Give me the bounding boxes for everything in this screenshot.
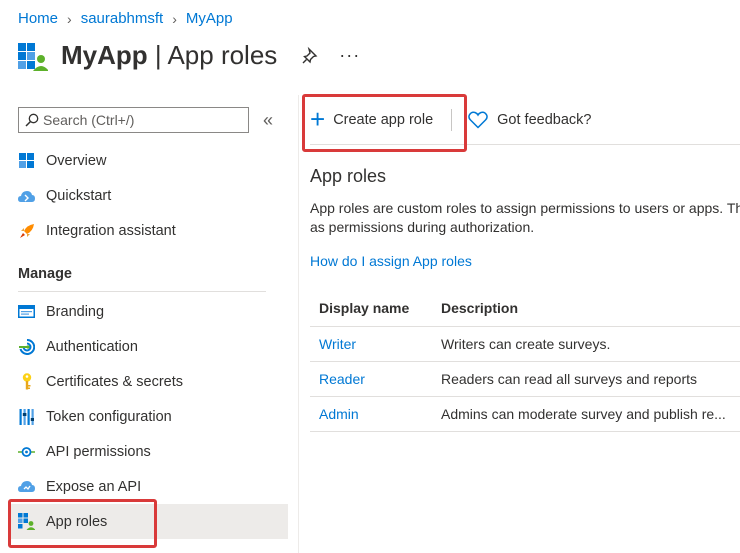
sidebar-item-label: App roles — [46, 513, 108, 530]
table-row: Admin Admins can moderate survey and pub… — [310, 396, 740, 432]
key-icon — [18, 373, 35, 390]
table-row: Reader Readers can read all surveys and … — [310, 361, 740, 397]
feedback-button[interactable]: Got feedback? — [468, 100, 591, 140]
authentication-icon — [18, 338, 35, 355]
quickstart-icon — [18, 187, 35, 204]
breadcrumb-tenant[interactable]: saurabhmsft — [81, 10, 164, 27]
breadcrumb-home[interactable]: Home — [18, 10, 58, 27]
create-app-role-button[interactable]: + Create app role — [310, 100, 433, 140]
search-input[interactable] — [43, 112, 233, 128]
sidebar-item-authentication[interactable]: Authentication — [10, 329, 288, 364]
sidebar-item-integration-assistant[interactable]: Integration assistant — [10, 213, 288, 248]
sidebar-item-label: Quickstart — [46, 187, 112, 204]
breadcrumb-app[interactable]: MyApp — [186, 10, 233, 27]
sidebar-item-label: API permissions — [46, 443, 151, 460]
content-title: App roles — [310, 166, 387, 186]
sidebar-item-api-permissions[interactable]: API permissions — [10, 434, 288, 469]
role-name-link[interactable]: Reader — [310, 361, 432, 397]
page-title: MyApp | App roles — [61, 40, 278, 70]
branding-icon — [18, 303, 35, 320]
sidebar-item-label: Expose an API — [46, 478, 142, 495]
sidebar-item-certificates-secrets[interactable]: Certificates & secrets — [10, 364, 288, 399]
rocket-icon — [18, 222, 35, 239]
sidebar-item-branding[interactable]: Branding — [10, 294, 288, 329]
command-bar: + Create app role Got feedback? — [310, 100, 591, 140]
sidebar-item-quickstart[interactable]: Quickstart — [10, 178, 288, 213]
create-app-role-label: Create app role — [333, 112, 434, 128]
role-description: Admins can moderate survey and publish r… — [432, 396, 740, 432]
api-permissions-icon — [18, 443, 35, 460]
more-options-icon[interactable]: ··· — [339, 45, 360, 66]
sidebar-search-box[interactable] — [18, 107, 249, 133]
role-description: Writers can create surveys. — [432, 326, 740, 362]
divider — [18, 291, 266, 292]
sidebar-item-label: Authentication — [46, 338, 138, 355]
sidebar-item-expose-an-api[interactable]: Expose an API — [10, 469, 288, 504]
column-header-display-name[interactable]: Display name — [310, 290, 432, 327]
column-header-description[interactable]: Description — [432, 290, 740, 327]
app-registration-icon — [18, 41, 49, 71]
sidebar-item-label: Token configuration — [46, 408, 172, 425]
role-description: Readers can read all surveys and reports — [432, 361, 740, 397]
chevron-right-icon: › — [67, 10, 72, 27]
table-row: Writer Writers can create surveys. — [310, 326, 740, 362]
sidebar-item-label: Branding — [46, 303, 105, 320]
sidebar-item-label: Integration assistant — [46, 222, 176, 239]
page-header: MyApp | App roles ··· — [18, 40, 360, 71]
toolbar-divider — [310, 144, 740, 145]
breadcrumb: Home › saurabhmsft › MyApp — [18, 10, 233, 27]
collapse-sidebar-icon[interactable]: « — [263, 110, 273, 131]
sidebar-item-overview[interactable]: Overview — [10, 143, 288, 178]
sidebar-item-label: Certificates & secrets — [46, 373, 183, 390]
app-roles-table: Display name Description Writer Writers … — [310, 290, 740, 432]
pin-icon[interactable] — [301, 46, 321, 66]
chevron-right-icon: › — [172, 10, 177, 27]
plus-icon: + — [310, 103, 326, 134]
token-icon — [18, 408, 35, 425]
manage-section-title: Manage — [18, 266, 72, 282]
role-name-link[interactable]: Writer — [310, 326, 432, 362]
sidebar-item-app-roles[interactable]: App roles — [10, 504, 288, 539]
toolbar-separator — [451, 109, 453, 131]
help-link[interactable]: How do I assign App roles — [310, 253, 472, 269]
cloud-icon — [18, 478, 35, 495]
feedback-label: Got feedback? — [497, 112, 592, 128]
description: App roles are custom roles to assign per… — [310, 200, 740, 235]
heart-icon — [468, 111, 488, 129]
overview-icon — [18, 152, 35, 169]
role-name-link[interactable]: Admin — [310, 396, 432, 432]
sidebar-item-token-configuration[interactable]: Token configuration — [10, 399, 288, 434]
app-roles-icon — [18, 513, 35, 530]
table-header-row: Display name Description — [310, 290, 740, 327]
sidebar-item-label: Overview — [46, 152, 107, 169]
search-icon — [25, 113, 39, 127]
sidebar-divider — [298, 95, 299, 553]
